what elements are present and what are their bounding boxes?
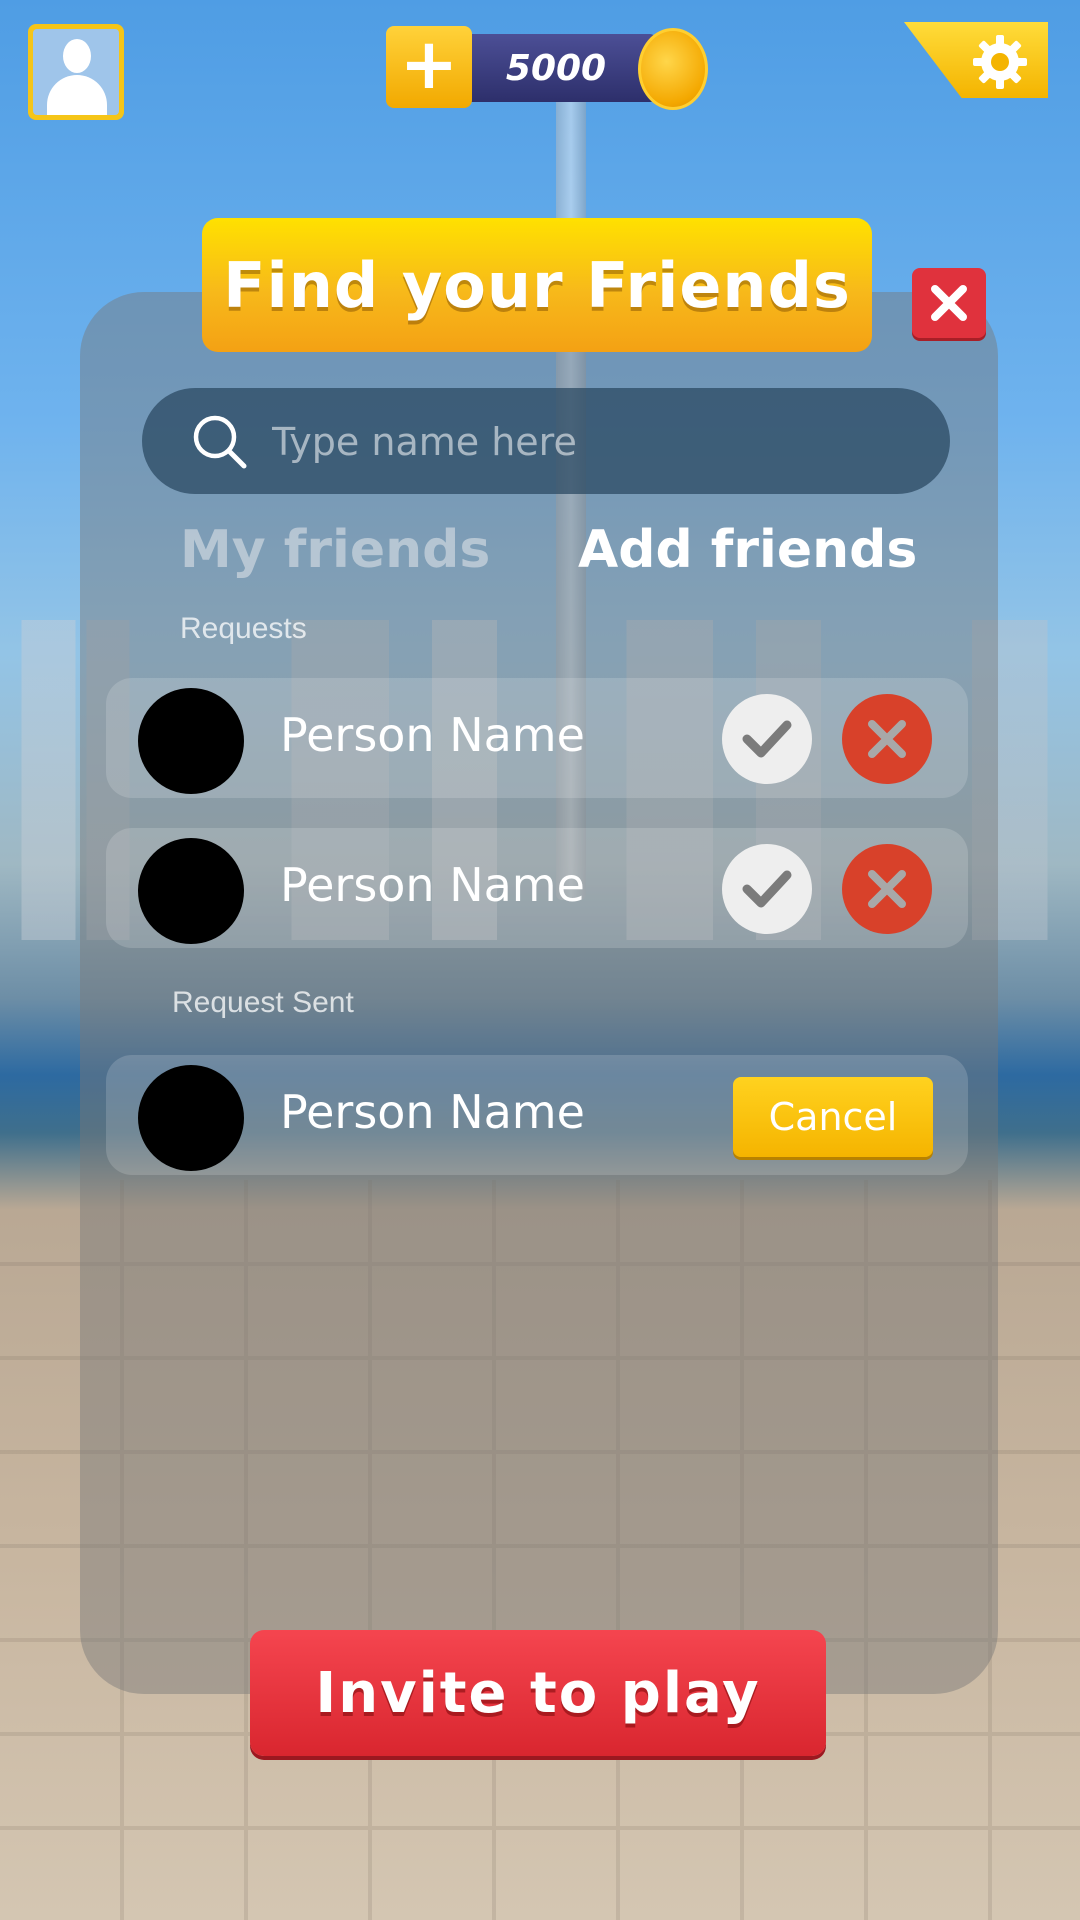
reject-button[interactable]: [842, 694, 932, 784]
close-icon: [868, 870, 906, 908]
requests-heading: Requests: [180, 612, 307, 645]
person-name: Person Name: [280, 708, 585, 762]
person-name: Person Name: [280, 858, 585, 912]
invite-to-play-button[interactable]: Invite to play: [250, 1630, 826, 1756]
coin-amount: 5000: [505, 47, 607, 89]
profile-button[interactable]: [28, 24, 124, 120]
cancel-request-button[interactable]: Cancel: [733, 1077, 933, 1157]
settings-button[interactable]: [904, 22, 1048, 98]
sent-request-row: Person Name Cancel: [106, 1055, 968, 1175]
check-icon: [742, 870, 792, 908]
request-row: Person Name: [106, 678, 968, 798]
search-icon: [193, 415, 247, 469]
search-bar: [142, 388, 950, 494]
invite-label: Invite to play: [315, 1660, 761, 1726]
request-sent-heading: Request Sent: [172, 986, 354, 1019]
gear-icon: [970, 32, 1030, 92]
coin-balance: + 5000: [386, 26, 708, 110]
request-row: Person Name: [106, 828, 968, 948]
dialog-title: Find your Friends: [223, 248, 851, 322]
close-icon: [931, 285, 967, 321]
user-icon: [33, 29, 119, 115]
dialog-title-banner: Find your Friends: [202, 218, 872, 352]
reject-button[interactable]: [842, 844, 932, 934]
coin-icon: [638, 28, 708, 110]
close-icon: [868, 720, 906, 758]
tab-add-friends[interactable]: Add friends: [578, 520, 917, 580]
accept-button[interactable]: [722, 844, 812, 934]
avatar: [138, 1065, 244, 1171]
accept-button[interactable]: [722, 694, 812, 784]
avatar: [138, 688, 244, 794]
avatar: [138, 838, 244, 944]
plus-icon: +: [399, 23, 459, 105]
add-coins-button[interactable]: +: [386, 26, 472, 108]
check-icon: [742, 720, 792, 758]
tab-my-friends[interactable]: My friends: [180, 520, 490, 580]
person-name: Person Name: [280, 1085, 585, 1139]
close-button[interactable]: [912, 268, 986, 338]
search-input[interactable]: [270, 406, 914, 478]
